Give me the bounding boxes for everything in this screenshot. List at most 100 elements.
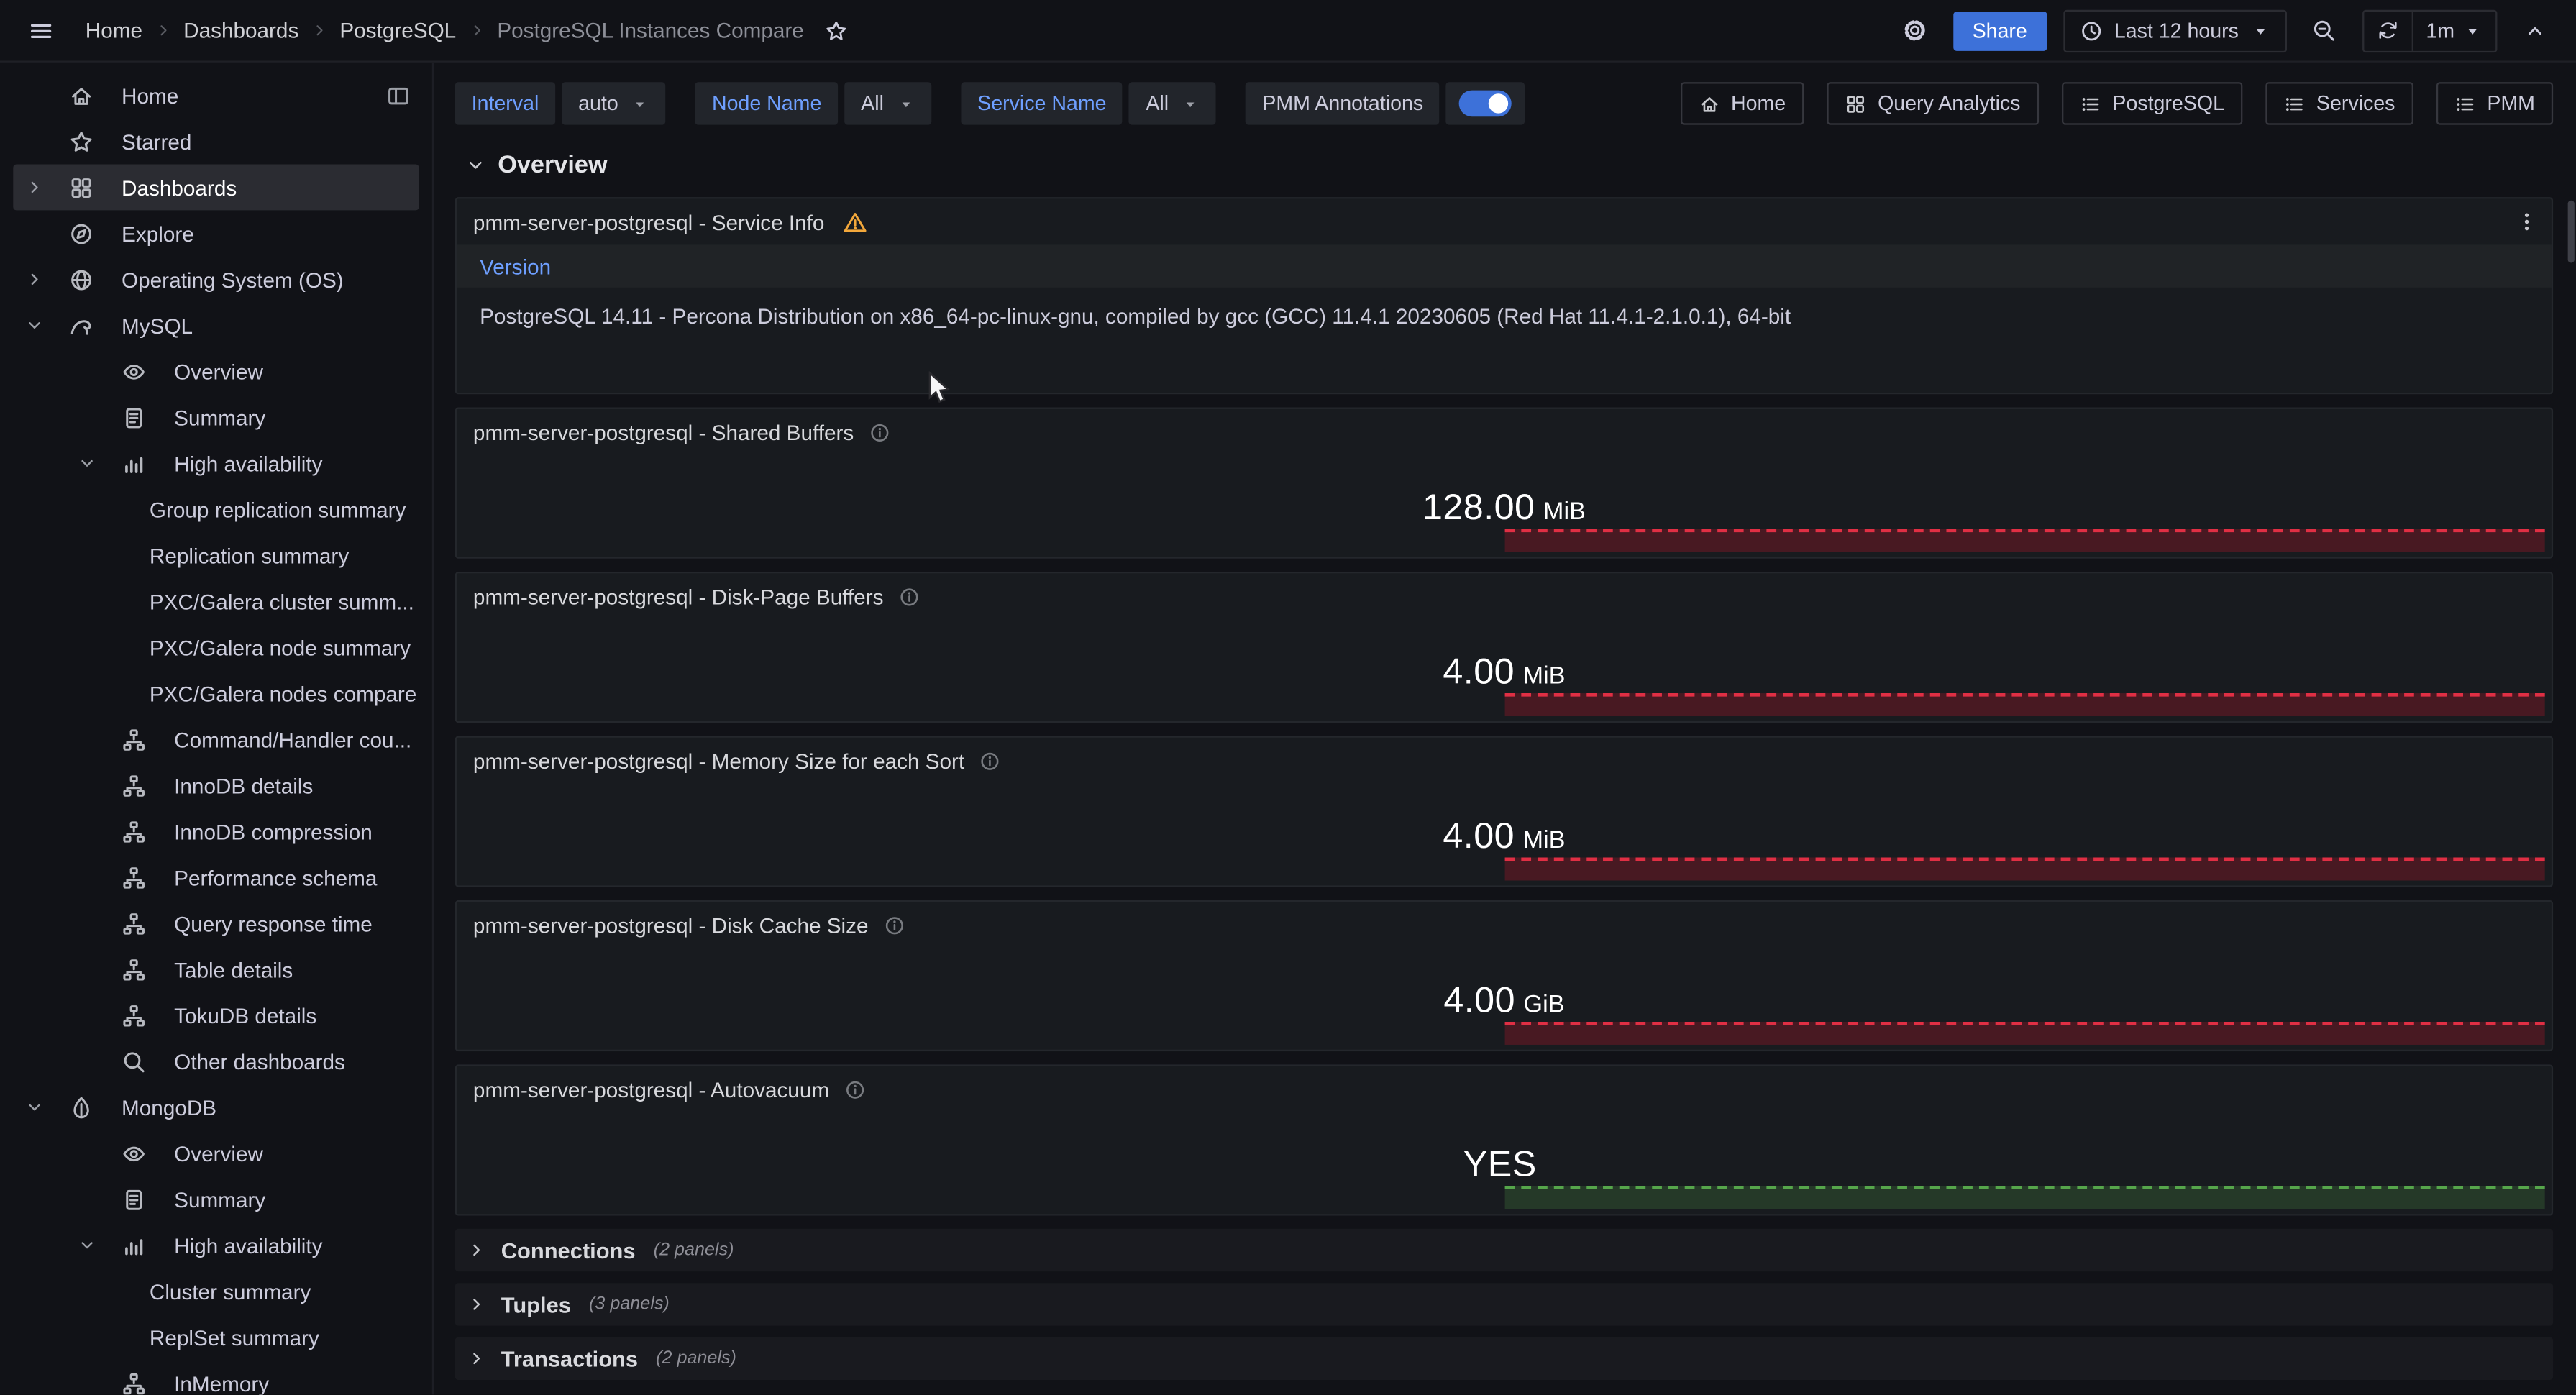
sidebar-item-summary[interactable]: Summary: [13, 394, 419, 440]
toolbar-link-label: PMM: [2487, 92, 2535, 115]
sidebar-item-replication-summary[interactable]: Replication summary: [13, 532, 419, 578]
sidebar-item-high-availability[interactable]: High availability: [13, 1222, 419, 1268]
sidebar-item-explore[interactable]: Explore: [13, 210, 419, 256]
panel-title[interactable]: pmm-server-postgresql - Disk Cache Size: [473, 913, 869, 937]
panel-menu-kebab-icon[interactable]: [2516, 210, 2539, 233]
sidebar-item-other-dashboards[interactable]: Other dashboards: [13, 1038, 419, 1084]
info-icon[interactable]: [898, 585, 920, 607]
home-icon: [1698, 93, 1719, 114]
sidebar-item-label: High availability: [157, 451, 419, 475]
panel-header: pmm-server-postgresql - Memory Size for …: [457, 738, 2552, 784]
sidebar-item-inmemory[interactable]: InMemory: [13, 1360, 419, 1395]
panel-header: pmm-server-postgresql - Service Info: [457, 198, 2552, 244]
panel-title[interactable]: pmm-server-postgresql - Memory Size for …: [473, 749, 964, 773]
sidebar-item-pxc-galera-cluster-summ[interactable]: PXC/Galera cluster summ...: [13, 578, 419, 624]
chevron-right-icon[interactable]: [13, 178, 55, 197]
info-icon[interactable]: [979, 750, 1001, 772]
sidebar-item-command-handler-cou[interactable]: Command/Handler cou...: [13, 716, 419, 762]
variable-label: Service Name: [961, 82, 1123, 124]
sidebar-item-mysql[interactable]: MySQL: [13, 302, 419, 348]
toolbar-link-query-analytics[interactable]: Query Analytics: [1827, 82, 2038, 124]
sidebar-item-cluster-summary[interactable]: Cluster summary: [13, 1268, 419, 1314]
scrollbar-thumb[interactable]: [2568, 201, 2575, 263]
sitemap-icon: [109, 773, 158, 797]
toggle-switch[interactable]: [1459, 91, 1512, 117]
panel-title[interactable]: pmm-server-postgresql - Autovacuum: [473, 1076, 829, 1101]
sidebar-item-label: PXC/Galera nodes compare: [133, 681, 419, 705]
time-range-label: Last 12 hours: [2114, 19, 2239, 42]
sidebar-item-overview[interactable]: Overview: [13, 1130, 419, 1176]
panel-header: pmm-server-postgresql - Disk Cache Size: [457, 902, 2552, 948]
sidebar-item-pxc-galera-node-summary[interactable]: PXC/Galera node summary: [13, 624, 419, 670]
sidebar-item-innodb-details[interactable]: InnoDB details: [13, 762, 419, 808]
warning-triangle-icon[interactable]: [843, 209, 867, 234]
row-header-connections[interactable]: Connections(2 panels): [455, 1229, 2553, 1271]
favorite-star-icon[interactable]: [821, 9, 854, 52]
breadcrumb-item-postgresql[interactable]: PostgreSQL: [339, 18, 456, 42]
time-range-picker[interactable]: Last 12 hours: [2063, 9, 2286, 52]
collapse-controls-chevron-up-icon[interactable]: [2513, 9, 2556, 52]
row-header-tuples[interactable]: Tuples(3 panels): [455, 1283, 2553, 1325]
sidebar-item-query-response-time[interactable]: Query response time: [13, 900, 419, 946]
time-zoom-out-icon[interactable]: [2303, 9, 2345, 52]
variable-selected-value: auto: [578, 92, 618, 115]
refresh-now-icon[interactable]: [2364, 11, 2411, 50]
toolbar-link-pmm[interactable]: PMM: [2436, 82, 2554, 124]
sidebar-item-overview[interactable]: Overview: [13, 348, 419, 394]
stat-panel-pmm-server-postgresql-autovacuum: pmm-server-postgresql - AutovacuumYES: [455, 1064, 2553, 1215]
info-icon[interactable]: [883, 914, 905, 936]
sidebar-item-pxc-galera-nodes-compare[interactable]: PXC/Galera nodes compare: [13, 670, 419, 716]
toolbar-link-services[interactable]: Services: [2265, 82, 2413, 124]
variable-value-dropdown[interactable]: auto: [562, 82, 666, 124]
globe-icon: [56, 267, 106, 291]
chevron-down-icon[interactable]: [13, 1097, 55, 1117]
sidebar-item-starred[interactable]: Starred: [13, 118, 419, 164]
chevron-down-icon[interactable]: [65, 1235, 108, 1255]
toolbar-link-postgresql[interactable]: PostgreSQL: [2062, 82, 2243, 124]
panel-title[interactable]: pmm-server-postgresql - Service Info: [473, 209, 825, 234]
eye-icon: [109, 1141, 158, 1166]
panel-title[interactable]: pmm-server-postgresql - Shared Buffers: [473, 420, 854, 444]
sidebar-item-label: Summary: [157, 405, 419, 429]
variable-value-dropdown[interactable]: All: [844, 82, 931, 124]
chevron-right-icon[interactable]: [13, 270, 55, 289]
sidebar-item-group-replication-summary[interactable]: Group replication summary: [13, 486, 419, 532]
chevron-down-icon[interactable]: [65, 454, 108, 473]
sidebar-item-table-details[interactable]: Table details: [13, 946, 419, 992]
sidebar-item-dashboards[interactable]: Dashboards: [13, 164, 419, 210]
share-button[interactable]: Share: [1952, 11, 2047, 50]
panel-title[interactable]: pmm-server-postgresql - Disk-Page Buffer…: [473, 584, 884, 608]
dashboard-settings-gear-icon[interactable]: [1894, 9, 1936, 52]
row-header-overview[interactable]: Overview: [455, 148, 2553, 181]
sidebar-item-operating-system-os[interactable]: Operating System (OS): [13, 256, 419, 302]
table-column-header[interactable]: Version: [457, 244, 2552, 287]
breadcrumb-item-home[interactable]: Home: [86, 18, 142, 42]
sidebar-item-high-availability[interactable]: High availability: [13, 440, 419, 486]
sidebar-item-summary[interactable]: Summary: [13, 1176, 419, 1222]
sidebar-item-mongodb[interactable]: MongoDB: [13, 1084, 419, 1130]
sidebar-item-tokudb-details[interactable]: TokuDB details: [13, 992, 419, 1038]
caret-down-icon: [2462, 21, 2482, 40]
breadcrumb-separator-icon: [467, 22, 485, 40]
sidebar-item-replset-summary[interactable]: ReplSet summary: [13, 1314, 419, 1360]
list-icon: [2454, 93, 2476, 114]
pmm-annotations-toggle[interactable]: [1446, 82, 1525, 124]
sitemap-icon: [109, 819, 158, 843]
info-icon[interactable]: [869, 421, 890, 443]
sidebar-item-home[interactable]: Home: [13, 73, 419, 119]
sitemap-icon: [109, 1003, 158, 1028]
menu-toggle-icon[interactable]: [19, 9, 62, 52]
breadcrumb-item-dashboards[interactable]: Dashboards: [183, 18, 298, 42]
chevron-down-icon[interactable]: [13, 316, 55, 335]
refresh-interval-dropdown[interactable]: 1m: [2411, 11, 2495, 50]
sidebar-item-performance-schema[interactable]: Performance schema: [13, 854, 419, 900]
variable-label: Node Name: [695, 82, 838, 124]
dock-icon[interactable]: [386, 83, 411, 107]
toolbar-link-label: Home: [1731, 92, 1786, 115]
row-header-transactions[interactable]: Transactions(2 panels): [455, 1337, 2553, 1380]
toolbar-link-home[interactable]: Home: [1680, 82, 1804, 124]
sidebar-item-label: Query response time: [157, 911, 419, 936]
variable-value-dropdown[interactable]: All: [1129, 82, 1216, 124]
info-icon[interactable]: [844, 1079, 866, 1100]
sidebar-item-innodb-compression[interactable]: InnoDB compression: [13, 808, 419, 854]
